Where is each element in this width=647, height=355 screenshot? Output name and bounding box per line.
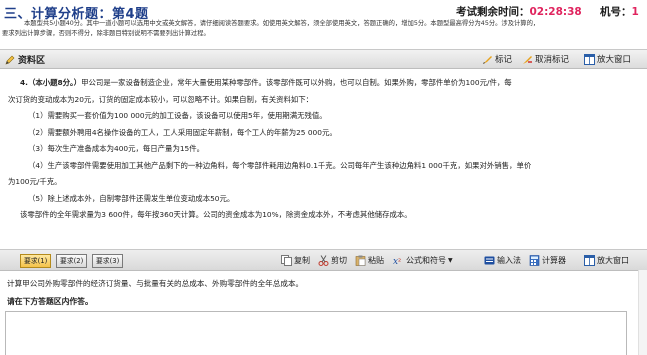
- intro-line-2: 次订货的变动成本为20元，订货的固定成本较小，可以忽略不计。如果自制，有关资料如…: [8, 94, 314, 104]
- paste-icon: [355, 255, 366, 266]
- exam-header: 三、计算分析题：第4题 考试剩余时间：02:28:38 机号：1 本题型共5小题…: [0, 0, 647, 42]
- copy-label: 复制: [294, 256, 310, 265]
- material-content: 4.（本小题8分。）甲公司是一家设备制造企业，常年大量使用某种零部件。该零部件既…: [0, 69, 647, 249]
- copy-icon: [281, 255, 292, 266]
- mark-button[interactable]: 标记: [482, 53, 512, 65]
- answer-prompt: 请在下方答题区内作答。: [7, 297, 93, 306]
- material-item-2: （2）需要额外聘用4名操作设备的工人，工人采用固定年薪制，每个工人的年薪为25 …: [28, 127, 337, 137]
- tab-requirement-1[interactable]: 要求(1): [20, 254, 52, 268]
- scissors-icon: [318, 255, 329, 266]
- material-item-5: （5）除上述成本外，自制零部件还需发生单位变动成本50元。: [28, 193, 235, 203]
- formula-icon: x ²: [393, 257, 401, 266]
- machine-value: 1: [631, 6, 639, 18]
- calculator-icon: [529, 255, 540, 266]
- exam-timer: 考试剩余时间：02:28:38: [456, 4, 582, 19]
- cut-label: 剪切: [331, 256, 347, 265]
- material-item-4-cont: 为100元/千克。: [8, 177, 62, 186]
- instructions: 本题型共5小题40分。其中一道小题可以选用中文或英文解答，请仔细阅读答题要求。如…: [2, 19, 645, 39]
- enlarge-label: 放大窗口: [597, 55, 632, 65]
- material-item-1: （1）需要购买一套价值为100 000元的加工设备，该设备可以使用5年，使用期满…: [28, 111, 327, 120]
- paste-button[interactable]: 粘贴: [355, 255, 384, 266]
- unmark-label: 取消标记: [535, 55, 570, 65]
- flag-icon: [483, 55, 492, 64]
- enlarge-answer-label: 放大窗口: [597, 256, 629, 265]
- paste-label: 粘贴: [368, 256, 384, 265]
- window-icon: [584, 53, 595, 65]
- tab-requirement-3[interactable]: 要求(3): [92, 254, 124, 268]
- material-toolbar: 资料区 标记 取消标记 放大窗口: [0, 49, 647, 69]
- intro-line-1: 甲公司是一家设备制造企业，常年大量使用某种零部件。该零部件既可以外购，也可以自制…: [81, 78, 512, 87]
- calc-label: 计算器: [542, 256, 566, 265]
- instructions-line-1: 本题型共5小题40分。其中一道小题可以选用中文或英文解答，请仔细阅读答题要求。如…: [24, 20, 540, 27]
- material-title: 资料区: [18, 56, 46, 66]
- timer-label: 考试剩余时间：: [456, 6, 530, 18]
- requirement-text: 计算甲公司外购零部件的经济订货量、与批量有关的总成本、外购零部件的全年总成本。: [7, 279, 304, 288]
- material-item-3: （3）每次生产准备成本为400元，每日产量为15件。: [28, 144, 205, 153]
- formula-button[interactable]: x ² 公式和符号 ▼: [393, 255, 453, 266]
- cut-button[interactable]: 剪切: [318, 255, 347, 266]
- enlarge-answer-button[interactable]: 放大窗口: [584, 255, 629, 266]
- requirements-toolbar: 要求(1) 要求(2) 要求(3) 复制 剪切 粘贴 x ² 公式和符号 ▼ 输…: [0, 249, 647, 271]
- unflag-icon: [523, 55, 532, 64]
- machine-label: 机号：: [600, 6, 632, 18]
- material-intro: 4.（本小题8分。）甲公司是一家设备制造企业，常年大量使用某种零部件。该零部件既…: [8, 75, 639, 92]
- answer-textarea[interactable]: [5, 311, 627, 355]
- svg-text:²: ²: [398, 257, 401, 266]
- instructions-line-2: 要求列出计算步骤，否则不得分，除非题目特别说明不需要列出计算过程。: [2, 30, 210, 37]
- material-closing: 该零部件的全年需求量为3 600件，每年按360天计算。公司的资金成本为10%，…: [20, 210, 412, 219]
- chevron-down-icon: ▼: [448, 257, 453, 264]
- keyboard-icon: [484, 256, 495, 265]
- enlarge-window-button[interactable]: 放大窗口: [584, 53, 631, 65]
- timer-value: 02:28:38: [529, 6, 582, 18]
- calculator-button[interactable]: 计算器: [529, 255, 566, 266]
- pen-icon: [5, 55, 15, 65]
- machine-number: 机号：1: [600, 4, 639, 19]
- mark-label: 标记: [495, 55, 513, 65]
- window-icon: [584, 255, 595, 266]
- scrollbar[interactable]: [638, 270, 647, 355]
- input-method-button[interactable]: 输入法: [484, 255, 521, 266]
- copy-button[interactable]: 复制: [281, 255, 310, 266]
- question-no: 4.（本小题8分。）: [20, 78, 82, 87]
- tab-requirement-2[interactable]: 要求(2): [56, 254, 88, 268]
- unmark-button[interactable]: 取消标记: [522, 53, 569, 65]
- input-label: 输入法: [497, 256, 521, 265]
- formula-label: 公式和符号: [406, 256, 446, 265]
- material-item-4: （4）生产该零部件需要使用加工其他产品剩下的一种边角料，每个零部件耗用边角料0.…: [28, 160, 532, 170]
